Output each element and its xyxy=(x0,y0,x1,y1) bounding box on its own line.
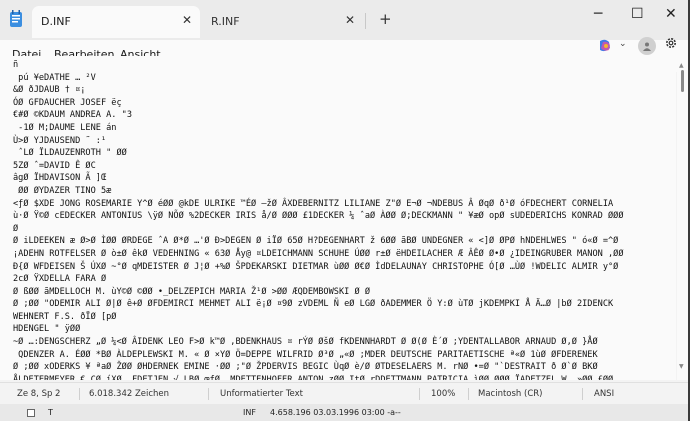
character-count: 6.018.342 Zeichen xyxy=(89,389,170,399)
status-divider xyxy=(419,388,420,400)
minimize-button[interactable]: ─ xyxy=(594,6,602,22)
tab-d-inf[interactable]: D.INF ✕ xyxy=(32,6,200,38)
copilot-icon xyxy=(600,39,610,52)
zoom-level: 100% xyxy=(431,389,456,399)
tab-close-icon[interactable]: ✕ xyxy=(345,13,355,27)
file-details: 4.658.196 03.03.1996 03:00 -a-- xyxy=(270,408,401,417)
status-divider xyxy=(582,388,583,400)
encoding: ANSI xyxy=(594,389,615,399)
cursor-position: Ze 8, Sp 2 xyxy=(17,389,61,399)
background-file-row: T INF 4.658.196 03.03.1996 03:00 -a-- xyxy=(0,404,688,421)
user-icon xyxy=(643,42,651,51)
copilot-button[interactable]: ⌄ xyxy=(597,38,627,54)
text-editor[interactable]: ñ pú ¥eDATHE … ²V &Ø ðJDAUB † ¤¡ ÓØ GFDA… xyxy=(0,56,676,380)
tab-label: R.INF xyxy=(211,15,240,28)
notepad-window: D.INF ✕ R.INF ✕ + ─ ☐ ✕ Datei Bearbeiten… xyxy=(0,0,688,421)
notepad-app-icon xyxy=(10,10,22,27)
new-tab-button[interactable]: + xyxy=(379,10,392,28)
title-bar: D.INF ✕ R.INF ✕ + ─ ☐ ✕ xyxy=(0,0,688,40)
maximize-button[interactable]: ☐ xyxy=(631,6,644,22)
tab-r-inf[interactable]: R.INF ✕ xyxy=(202,6,364,38)
settings-gear-icon[interactable] xyxy=(664,36,678,50)
vertical-scrollbar[interactable]: ▲ ▼ xyxy=(677,56,688,380)
scroll-down-icon[interactable]: ▼ xyxy=(679,363,684,370)
line-ending: Macintosh (CR) xyxy=(478,389,543,399)
tab-close-icon[interactable]: ✕ xyxy=(182,13,192,27)
status-divider xyxy=(468,388,469,400)
scroll-up-icon[interactable]: ▲ xyxy=(679,62,684,69)
status-divider xyxy=(208,388,209,400)
tab-label: D.INF xyxy=(41,15,71,28)
chevron-down-icon: ⌄ xyxy=(619,39,627,49)
file-checkbox-icon xyxy=(27,409,35,417)
status-divider xyxy=(79,388,80,400)
file-type: INF xyxy=(243,408,256,417)
status-bar: Ze 8, Sp 2 6.018.342 Zeichen Unformatier… xyxy=(0,382,688,405)
text-format: Unformatierter Text xyxy=(220,389,304,399)
close-window-button[interactable]: ✕ xyxy=(665,6,677,22)
file-letter: T xyxy=(48,408,53,417)
tab-divider xyxy=(365,13,366,29)
account-avatar[interactable] xyxy=(638,37,656,55)
scroll-thumb[interactable] xyxy=(681,70,684,92)
editor-content[interactable]: ñ pú ¥eDATHE … ²V &Ø ðJDAUB † ¤¡ ÓØ GFDA… xyxy=(0,56,676,380)
